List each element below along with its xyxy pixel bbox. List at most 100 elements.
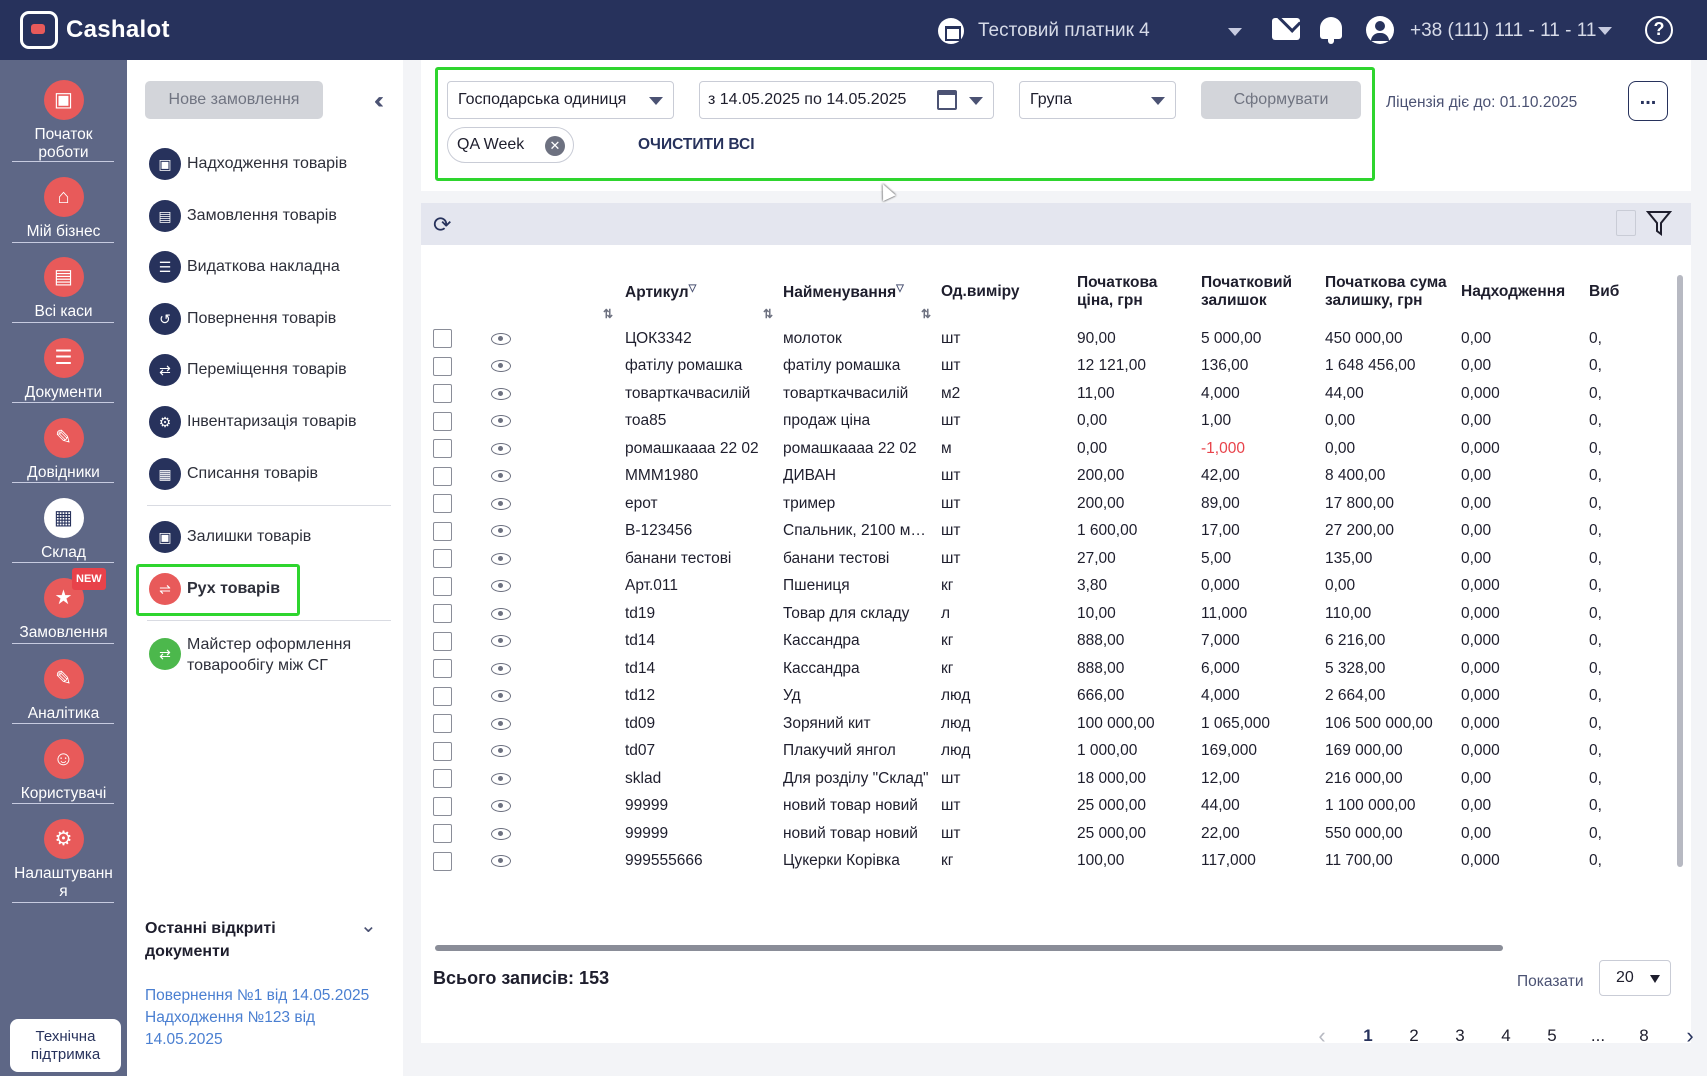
table-row[interactable]: фатілу ромашка фатілу ромашка шт 12 121,00 1… — [421, 353, 1675, 381]
eye-icon[interactable] — [491, 442, 511, 455]
group-select[interactable]: Група — [1019, 81, 1176, 119]
submenu-item-goods-movement[interactable]: ⇌ Рух товарів — [149, 573, 280, 605]
nav-warehouse[interactable]: ▦ Склад — [0, 498, 127, 562]
table-row[interactable]: 99999 новий товар новий шт 25 000,00 44,00 1 … — [421, 793, 1675, 821]
nav-getting-started[interactable]: ▣ Початок роботи — [0, 80, 127, 162]
table-row[interactable]: td14 Кассандра кг 888,00 6,000 5 328,00 0,000 0… — [421, 655, 1675, 683]
row-checkbox[interactable] — [433, 384, 452, 404]
submenu-item-write-off[interactable]: ▦ Списання товарів — [149, 458, 318, 490]
row-checkbox[interactable] — [433, 714, 452, 734]
eye-icon[interactable] — [491, 415, 511, 428]
table-row[interactable]: 99999 новий товар новий шт 25 000,00 22,00 55… — [421, 820, 1675, 848]
row-checkbox[interactable] — [433, 686, 452, 706]
date-range-select[interactable]: з 14.05.2025 по 14.05.2025 — [699, 81, 994, 119]
next-page-icon[interactable]: › — [1667, 1023, 1707, 1049]
help-icon[interactable]: ? — [1645, 16, 1673, 44]
eye-icon[interactable] — [491, 772, 511, 785]
close-icon[interactable]: ✕ — [545, 136, 565, 156]
horizontal-scrollbar[interactable] — [435, 945, 1503, 951]
nav-my-business[interactable]: ⌂ Мій бізнес — [0, 177, 127, 241]
nav-users[interactable]: ☺ Користувачі — [0, 739, 127, 803]
column-header-outflow[interactable]: Виб — [1585, 258, 1675, 325]
eye-icon[interactable] — [491, 580, 511, 593]
row-checkbox[interactable] — [433, 329, 452, 349]
clear-all-button[interactable]: ОЧИСТИТИ ВСІ — [638, 136, 755, 154]
table-row[interactable]: sklad Для розділу "Склад" шт 18 000,00 12,00… — [421, 765, 1675, 793]
sort-icon[interactable]: ⇅ — [763, 305, 773, 323]
page-size-select[interactable]: 20 — [1599, 960, 1671, 996]
calendar-icon[interactable] — [937, 90, 957, 110]
generate-button[interactable]: Сформувати — [1201, 81, 1361, 119]
row-checkbox[interactable] — [433, 466, 452, 486]
table-row[interactable]: ерот тример шт 200,00 89,00 17 800,00 0,00 0, — [421, 490, 1675, 518]
eye-icon[interactable] — [491, 662, 511, 675]
row-checkbox[interactable] — [433, 851, 452, 871]
sort-icon[interactable]: ⇅ — [603, 305, 613, 323]
table-row[interactable]: В-123456 Спальник, 2100 мм, ... шт 1 600,00… — [421, 518, 1675, 546]
collapse-menu-icon[interactable]: ‹‹ — [374, 87, 384, 115]
row-checkbox[interactable] — [433, 631, 452, 651]
eye-icon[interactable] — [491, 525, 511, 538]
nav-documents[interactable]: ☰ Документи — [0, 338, 127, 402]
business-unit-select[interactable]: Господарська одиниця — [447, 81, 674, 119]
table-row[interactable]: банани тестові банани тестові шт 27,00 5,00 1… — [421, 545, 1675, 573]
tech-support-button[interactable]: Технічна підтримка — [10, 1019, 121, 1072]
column-header-receipts[interactable]: Надходження — [1457, 258, 1585, 325]
row-checkbox[interactable] — [433, 741, 452, 761]
nav-settings[interactable]: ⚙ Налаштування — [0, 819, 127, 901]
column-header-start-price[interactable]: Початкова ціна, грн — [1073, 258, 1197, 325]
row-checkbox[interactable] — [433, 494, 452, 514]
row-checkbox[interactable] — [433, 521, 452, 541]
page-link[interactable]: 4 — [1483, 1026, 1529, 1046]
eye-icon[interactable] — [491, 855, 511, 868]
table-row[interactable]: ЦОК3342 молоток шт 90,00 5 000,00 450 000,00 0… — [421, 325, 1675, 353]
recent-document-link[interactable]: Повернення №1 від 14.05.2025 — [145, 985, 385, 1007]
app-logo[interactable]: Cashalot — [20, 10, 170, 50]
table-row[interactable]: td12 Уд люд 666,00 4,000 2 664,00 0,000 0, — [421, 683, 1675, 711]
page-link[interactable]: 2 — [1391, 1026, 1437, 1046]
nav-orders[interactable]: NEW ★ Замовлення — [0, 568, 127, 642]
eye-icon[interactable] — [491, 387, 511, 400]
table-row[interactable]: товарткачвасилій товарткачвасилій м2 11,00 4… — [421, 380, 1675, 408]
bell-icon[interactable] — [1320, 17, 1342, 44]
chevron-double-down-icon[interactable]: ⌄ — [360, 913, 377, 938]
submenu-item-goods-return[interactable]: ↺ Повернення товарів — [149, 303, 336, 335]
submenu-item-goods-receipt[interactable]: ▣ Надходження товарів — [149, 148, 347, 180]
row-checkbox[interactable] — [433, 549, 452, 569]
column-header-name[interactable]: Найменування▽ ⇅ — [779, 258, 937, 325]
row-checkbox[interactable] — [433, 356, 452, 376]
row-checkbox[interactable] — [433, 411, 452, 431]
recent-document-link[interactable]: Надходження №123 від 14.05.2025 — [145, 1007, 345, 1051]
page-link[interactable]: 8 — [1621, 1026, 1667, 1046]
column-header-start-sum[interactable]: Початкова сума залишку, грн — [1321, 258, 1457, 325]
mail-icon[interactable] — [1272, 18, 1300, 40]
user-avatar-icon[interactable] — [1366, 16, 1394, 44]
business-selector[interactable]: Тестовий платник 4 — [938, 18, 1242, 44]
export-icon[interactable] — [1616, 210, 1636, 236]
table-row[interactable]: ромашкаааа 22 02 ромашкаааа 22 02 м 0,00 -1,… — [421, 435, 1675, 463]
table-row[interactable]: МММ1980 ДИВАН шт 200,00 42,00 8 400,00 0,00 0, — [421, 463, 1675, 491]
eye-icon[interactable] — [491, 690, 511, 703]
eye-icon[interactable] — [491, 360, 511, 373]
column-header-start-balance[interactable]: Початковий залишок — [1197, 258, 1321, 325]
eye-icon[interactable] — [491, 607, 511, 620]
table-row[interactable]: td19 Товар для складу л 10,00 11,000 110,00 0,… — [421, 600, 1675, 628]
row-checkbox[interactable] — [433, 769, 452, 789]
filter-mark-icon[interactable]: ▽ — [689, 283, 697, 294]
table-row[interactable]: Арт.011 Пшениця кг 3,80 0,000 0,00 0,000 0, — [421, 573, 1675, 601]
page-link[interactable]: 1 — [1345, 1026, 1391, 1046]
prev-page-icon[interactable]: ‹ — [1299, 1023, 1345, 1049]
eye-icon[interactable] — [491, 470, 511, 483]
filter-icon[interactable] — [1646, 209, 1672, 237]
submenu-item-inventory[interactable]: ⚙ Інвентаризація товарів — [149, 406, 357, 438]
filter-mark-icon[interactable]: ▽ — [896, 283, 904, 294]
column-header-sku[interactable]: Артикул▽ ⇅ — [621, 258, 779, 325]
vertical-scrollbar[interactable] — [1677, 275, 1683, 867]
nav-references[interactable]: ✎ Довідники — [0, 418, 127, 482]
submenu-item-invoice[interactable]: ☰ Видаткова накладна — [149, 251, 340, 283]
table-row[interactable]: td07 Плакучий янгол люд 1 000,00 169,000 169 … — [421, 738, 1675, 766]
page-link[interactable]: 3 — [1437, 1026, 1483, 1046]
user-menu-chevron-icon[interactable] — [1598, 27, 1612, 35]
sort-icon[interactable]: ⇅ — [921, 305, 931, 323]
row-checkbox[interactable] — [433, 604, 452, 624]
